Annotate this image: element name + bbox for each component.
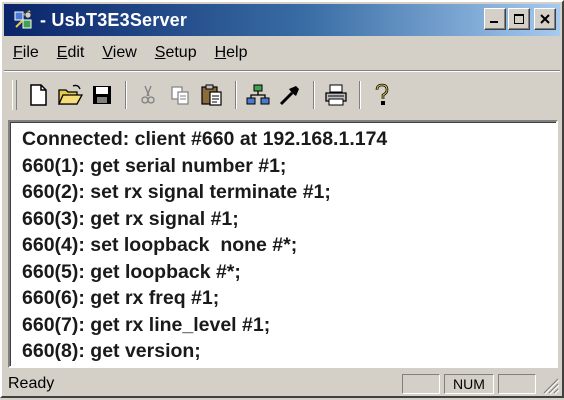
help-question-icon [375,83,389,105]
log-line: 660(6): get rx freq #1; [22,287,220,309]
network-icon [246,84,270,105]
connect-button[interactable] [243,79,273,111]
status-panel-scroll [498,374,536,394]
help-button[interactable] [367,79,397,111]
new-button[interactable] [23,79,53,111]
paste-clipboard-icon [201,84,222,106]
menu-view[interactable]: View [93,44,145,62]
close-button[interactable] [534,8,556,30]
toolbar-grip[interactable] [12,80,17,110]
app-window: - UsbT3E3Server File Edit View Setup Hel… [0,0,564,398]
open-button[interactable] [55,79,85,111]
toolbar [4,74,560,116]
menu-setup[interactable]: Setup [146,44,206,62]
tools-button[interactable] [275,79,305,111]
log-line: 660(2): set rx signal terminate #1; [22,181,331,203]
toolbar-separator [235,81,237,109]
cut-button[interactable] [133,79,163,111]
menu-edit[interactable]: Edit [48,44,94,62]
print-button[interactable] [321,79,351,111]
open-folder-icon [57,84,83,105]
log-line: 660(5): get loopback #*; [22,260,241,283]
cut-scissors-icon [141,85,155,104]
menu-help[interactable]: Help [206,44,257,62]
menu-bar: File Edit View Setup Help [4,40,257,66]
menu-file[interactable]: File [4,44,48,62]
status-panel-caps [402,374,440,394]
minimize-button[interactable] [484,8,506,30]
window-title: - UsbT3E3Server [40,9,188,30]
title-bar[interactable]: - UsbT3E3Server [4,4,560,36]
status-bar: Ready NUM [4,372,560,396]
resize-grip-icon[interactable] [538,373,560,395]
new-document-icon [30,84,47,106]
log-line: 660(1): get serial number #1; [22,154,287,177]
toolbar-divider [4,70,560,72]
toolbar-separator [125,81,127,109]
print-icon [325,84,347,106]
close-icon [540,14,550,24]
toolbar-separator [313,81,315,109]
toolbar-separator [359,81,361,109]
log-line: 660(3): get rx signal #1; [22,207,239,230]
status-panel-num: NUM [444,374,494,394]
copy-icon [171,86,189,105]
log-line: 660(8): get version; [22,340,201,362]
minimize-icon [490,21,498,23]
app-icon[interactable] [12,9,34,31]
log-line: Connected: client #660 at 192.168.1.174 [22,128,388,150]
maximize-button[interactable] [508,8,530,30]
log-line: 660(7): get rx line_level #1; [22,313,271,336]
copy-button[interactable] [165,79,195,111]
save-disk-icon [93,86,111,104]
tools-icon [279,86,299,106]
paste-button[interactable] [197,79,227,111]
output-log[interactable]: Connected: client #660 at 192.168.1.174 … [8,120,558,368]
save-button[interactable] [87,79,117,111]
status-text: Ready [8,375,55,392]
maximize-icon [514,14,524,24]
log-line: 660(4): set loopback none #*; [22,234,298,256]
